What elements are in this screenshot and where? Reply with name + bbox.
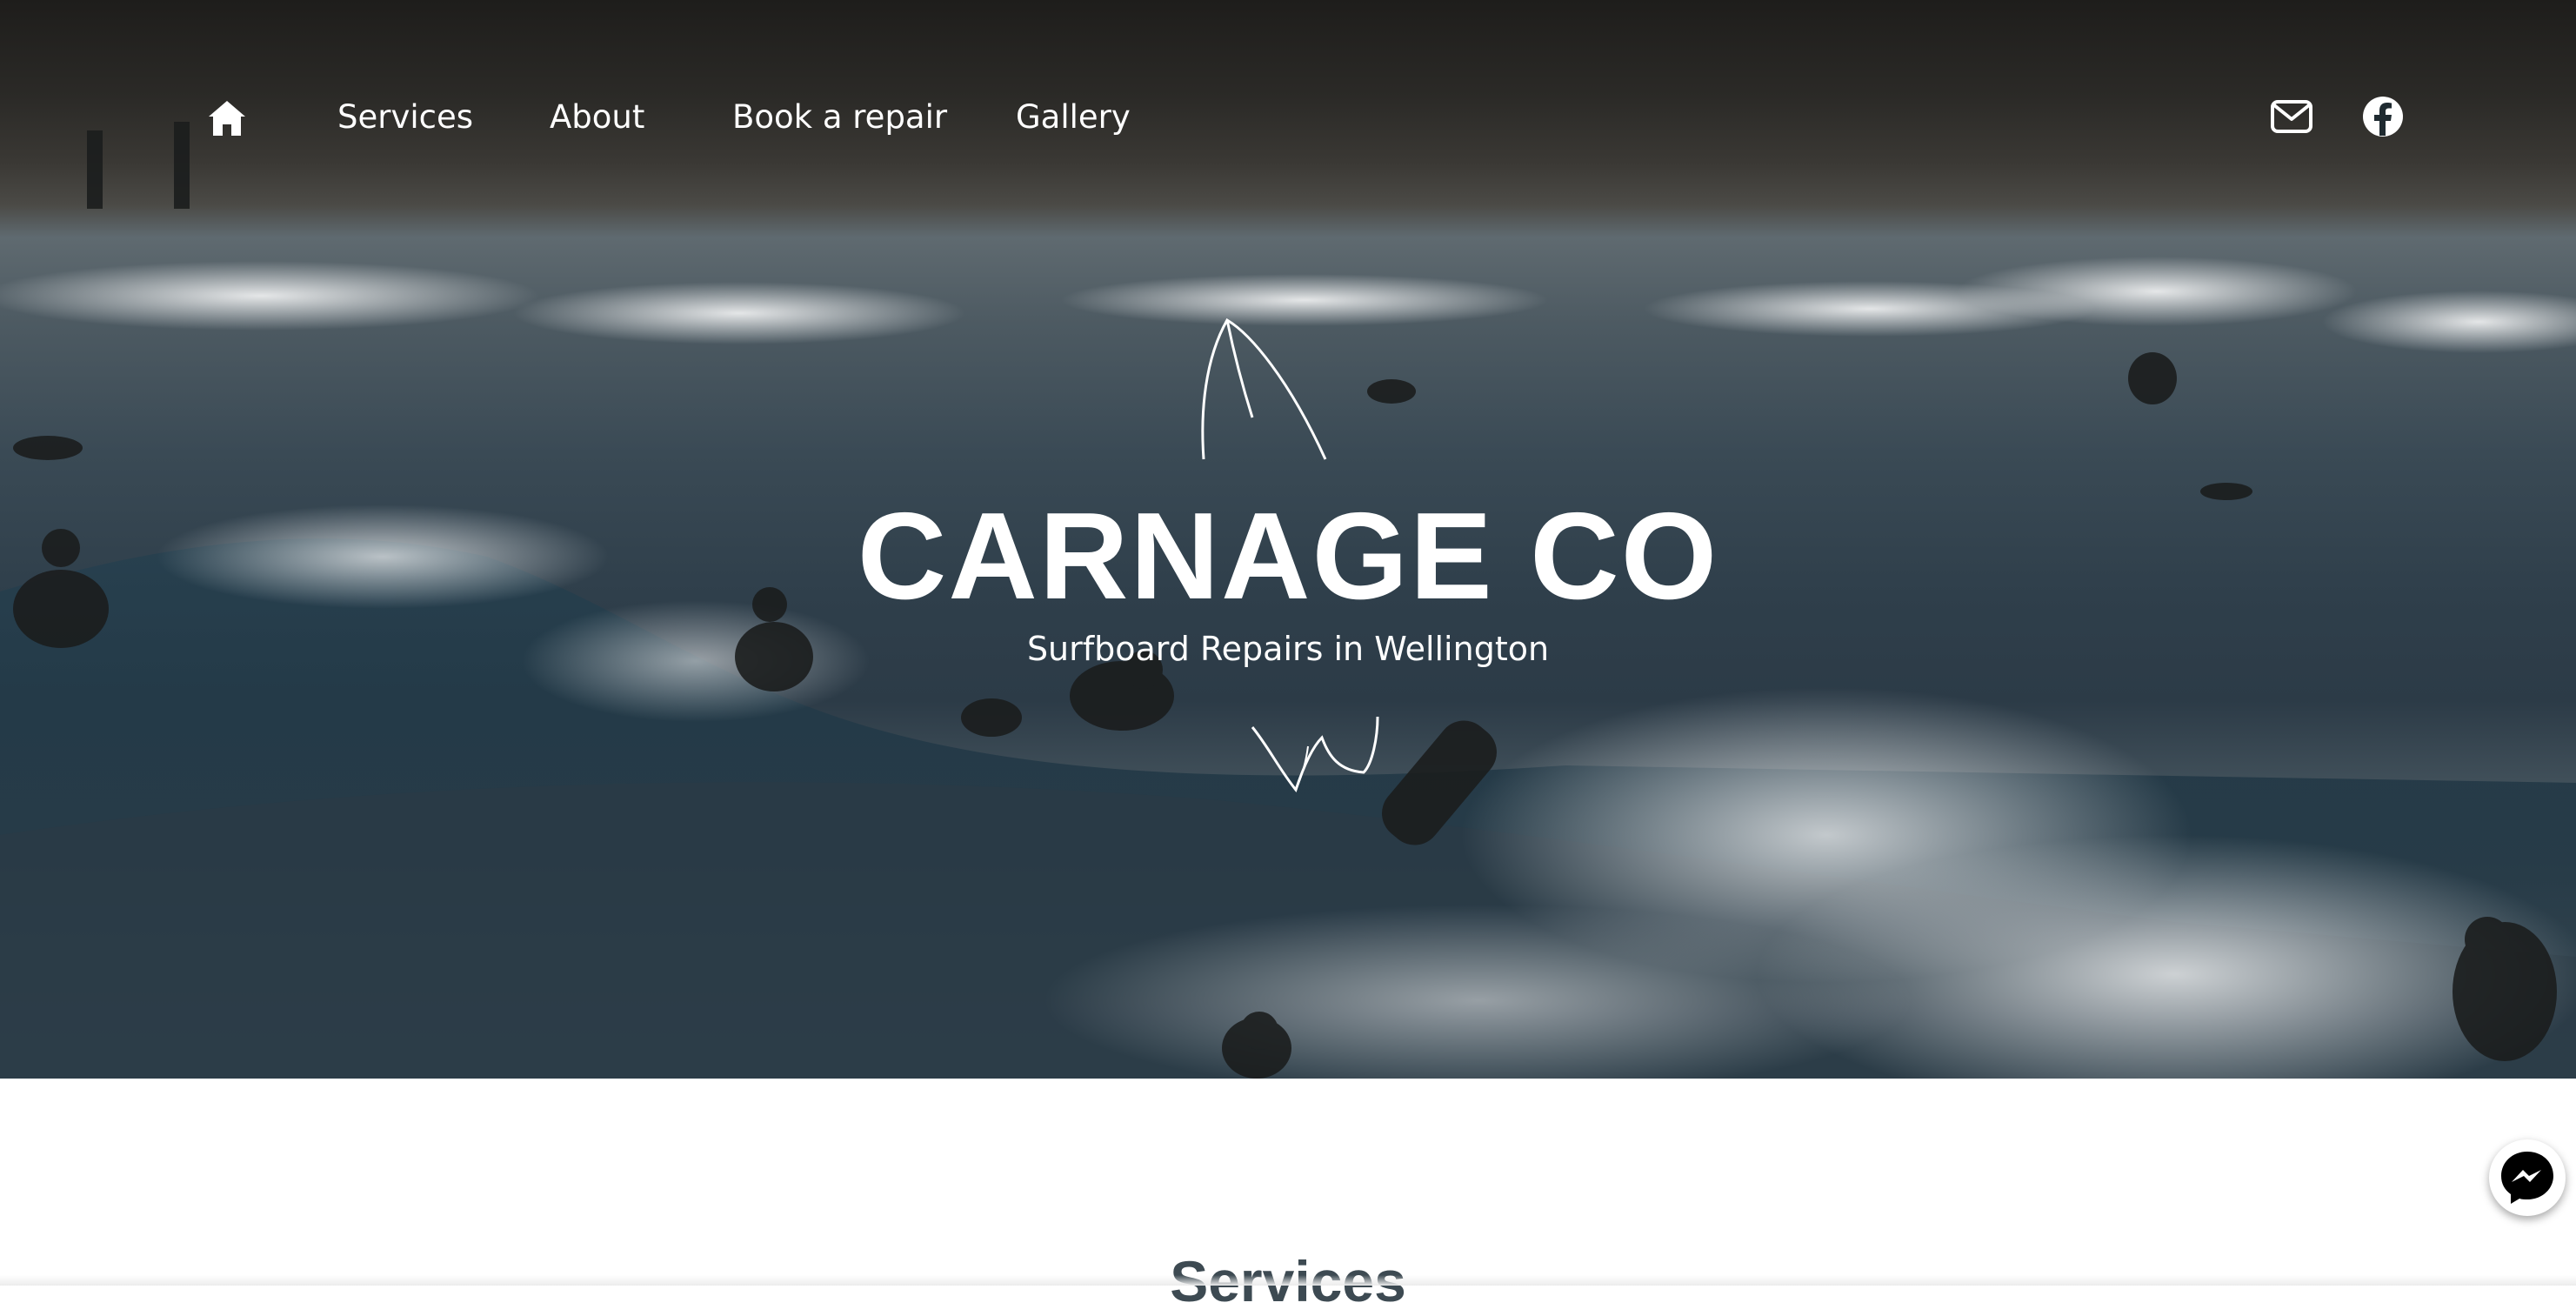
hero-tagline: Surfboard Repairs in Wellington — [1026, 630, 1550, 668]
surfboard-fin-icon — [1198, 315, 1329, 463]
messenger-chat-button[interactable] — [2489, 1139, 2566, 1216]
envelope-icon[interactable] — [2270, 99, 2313, 134]
facebook-icon[interactable] — [2362, 96, 2404, 137]
hero-banner: Services About Book a repair Gallery CAR… — [0, 0, 2576, 1079]
brand-title: CARNAGE CO — [857, 487, 1719, 625]
nav-link-book-a-repair[interactable]: Book a repair — [732, 96, 947, 139]
messenger-icon — [2496, 1146, 2559, 1209]
main-navigation: Services About Book a repair Gallery — [0, 0, 2576, 244]
section-divider — [0, 1275, 2576, 1286]
wave-splash-icon — [1251, 711, 1381, 798]
nav-link-about[interactable]: About — [550, 96, 644, 139]
nav-link-services[interactable]: Services — [337, 96, 473, 139]
home-icon[interactable] — [207, 99, 247, 137]
nav-link-gallery[interactable]: Gallery — [1016, 96, 1131, 139]
